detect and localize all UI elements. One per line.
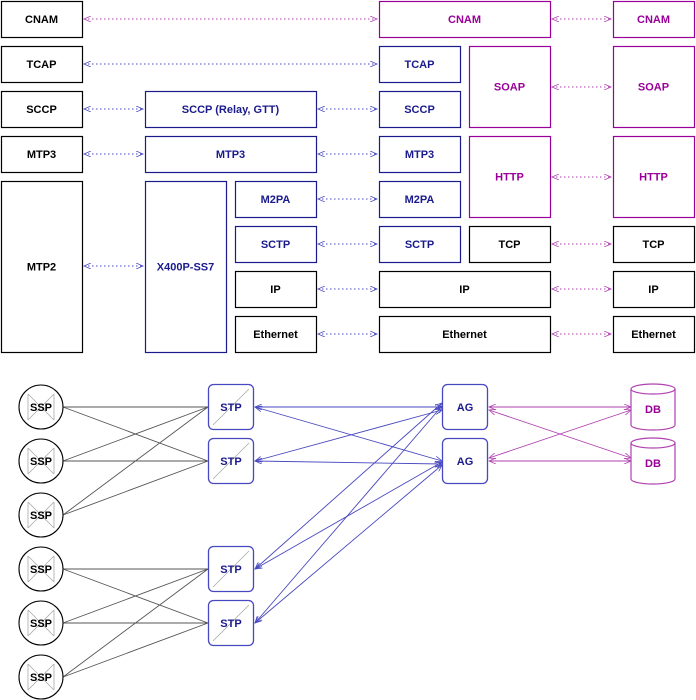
stp-sctp-layer: SCTP [234,225,318,264]
ag-soap-layer-label: SOAP [494,82,525,94]
ag-m2pa-layer-label: M2PA [405,194,435,206]
database-cylinder-top [630,383,676,395]
ag-sctp-layer-label: SCTP [405,239,434,251]
ssp-label: SSP [30,402,52,414]
ssp-stp-link [62,460,209,516]
stp-node: STP [207,545,255,593]
db-soap-layer-label: SOAP [638,82,669,94]
stp-sccp-relay-layer: SCCP (Relay, GTT) [144,90,318,129]
ag-sctp-layer: SCTP [378,225,462,264]
ag-node: AG [441,437,489,485]
stp-label: STP [220,456,241,468]
ssp-node: SSP [18,546,64,592]
ssp-mtp2-layer-label: MTP2 [27,262,56,274]
stp-ip-layer-label: IP [270,284,280,296]
db-node: DB [630,383,676,431]
db-cnam-layer: CNAM [612,0,696,39]
db-http-layer-label: HTTP [639,172,668,184]
ssp-tcap-layer: TCAP [0,45,84,84]
stp-mtp3-layer-label: MTP3 [216,149,245,161]
ssp-node: SSP [18,600,64,646]
stp-m2pa-layer: M2PA [234,180,318,219]
stp-sctp-layer-label: SCTP [261,239,290,251]
ag-http-layer-label: HTTP [495,172,524,184]
ssp-mtp3-layer-label: MTP3 [27,149,56,161]
ag-ip-layer: IP [378,270,552,309]
db-node: DB [630,437,676,485]
stp-label: STP [220,402,241,414]
ssp-cnam-layer-label: CNAM [25,14,58,26]
ss7-cnam-architecture-diagram: CNAM TCAP SCCP MTP3 MTP2 SCCP (Relay, GTT) MTP… [0,0,696,700]
ssp-label: SSP [30,672,52,684]
nodes-layer: CNAM TCAP SCCP MTP3 MTP2 SCCP (Relay, GTT) MTP… [0,0,696,700]
ag-mtp3-layer-label: MTP3 [405,149,434,161]
stp-x400p-ss7-layer-label: X400P-SS7 [157,262,214,274]
database-cylinder-top [630,437,676,449]
stp-node: STP [207,383,255,431]
ag-tcap-layer: TCAP [378,45,462,84]
stp-ethernet-layer: Ethernet [234,315,318,354]
ag-cnam-layer: CNAM [378,0,552,39]
ssp-node: SSP [18,438,64,484]
ssp-tcap-layer-label: TCAP [27,59,57,71]
ssp-node: SSP [18,654,64,700]
stp-ag-link [255,462,442,569]
ag-tcp-layer: TCP [468,225,552,264]
ag-ethernet-layer: Ethernet [378,315,552,354]
ag-cnam-layer-label: CNAM [448,14,481,26]
ag-soap-layer: SOAP [468,45,552,129]
stp-label: STP [220,618,241,630]
db-ip-layer-label: IP [648,284,658,296]
db-http-layer: HTTP [612,135,696,219]
stp-ip-layer: IP [234,270,318,309]
ssp-sccp-layer: SCCP [0,90,84,129]
ag-sccp-layer: SCCP [378,90,462,129]
ssp-cnam-layer: CNAM [0,0,84,39]
stp-node: STP [207,437,255,485]
ssp-label: SSP [30,618,52,630]
ag-tcp-layer-label: TCP [499,239,521,251]
ag-label: AG [457,456,474,468]
ssp-sccp-layer-label: SCCP [26,104,57,116]
stp-x400p-ss7-layer: X400P-SS7 [144,180,228,354]
db-ip-layer: IP [612,270,696,309]
ag-node: AG [441,383,489,431]
ag-mtp3-layer: MTP3 [378,135,462,174]
db-tcp-layer: TCP [612,225,696,264]
ssp-stp-link [62,622,209,678]
ssp-mtp2-layer: MTP2 [0,180,84,354]
db-label: DB [645,458,661,470]
db-soap-layer: SOAP [612,45,696,129]
ag-sccp-layer-label: SCCP [404,104,435,116]
ssp-label: SSP [30,564,52,576]
ssp-node: SSP [18,492,64,538]
db-label: DB [645,404,661,416]
stp-ethernet-layer-label: Ethernet [253,329,298,341]
stp-node: STP [207,599,255,647]
db-cnam-layer-label: CNAM [637,14,670,26]
ssp-label: SSP [30,456,52,468]
stp-ag-link [255,406,442,623]
ag-label: AG [457,402,474,414]
stp-ag-link [255,461,442,464]
stp-m2pa-layer-label: M2PA [261,194,291,206]
ag-m2pa-layer: M2PA [378,180,462,219]
db-ethernet-layer: Ethernet [612,315,696,354]
ssp-node: SSP [18,384,64,430]
ag-ip-layer-label: IP [459,284,469,296]
stp-label: STP [220,564,241,576]
ag-tcap-layer-label: TCAP [405,59,435,71]
db-tcp-layer-label: TCP [643,239,665,251]
stp-sccp-relay-layer-label: SCCP (Relay, GTT) [182,104,280,116]
ag-http-layer: HTTP [468,135,552,219]
ag-ethernet-layer-label: Ethernet [442,329,487,341]
ssp-mtp3-layer: MTP3 [0,135,84,174]
stp-mtp3-layer: MTP3 [144,135,318,174]
ssp-label: SSP [30,510,52,522]
db-ethernet-layer-label: Ethernet [631,329,676,341]
